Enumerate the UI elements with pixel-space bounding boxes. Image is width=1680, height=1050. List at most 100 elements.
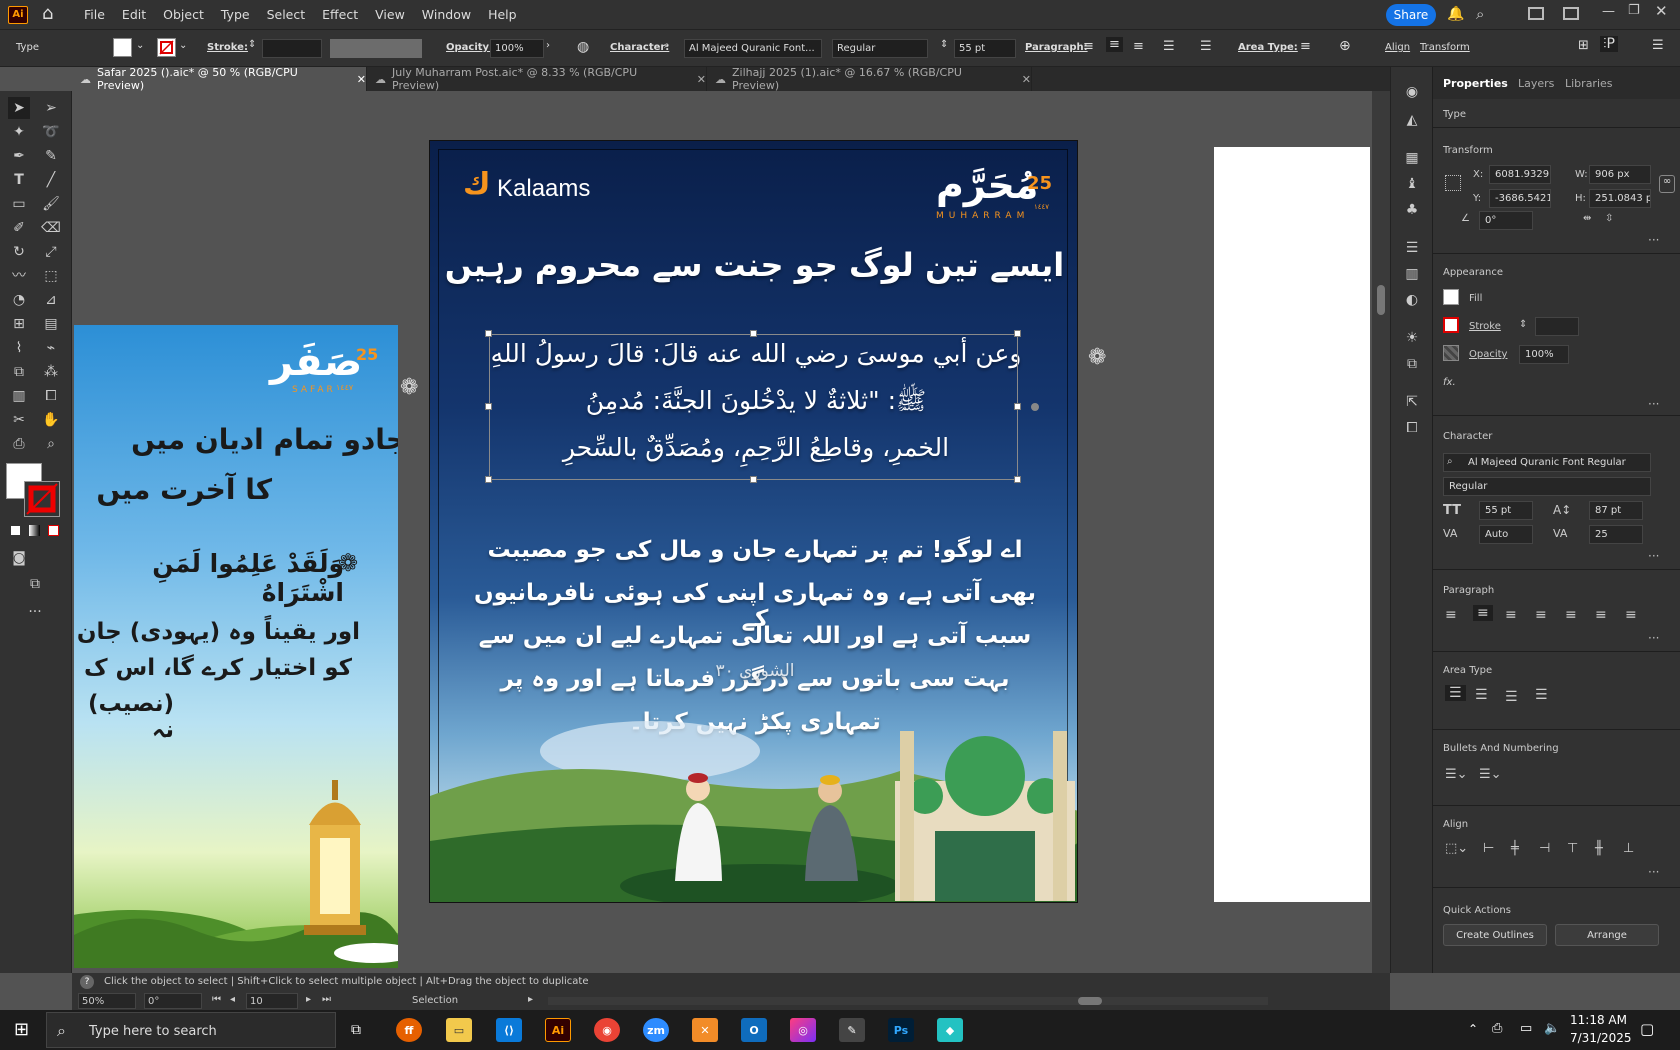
show-hidden-icons[interactable]: ⌃ <box>1468 1022 1478 1036</box>
align-center-icon[interactable]: ≡ <box>1473 605 1493 621</box>
fill-swatch[interactable] <box>113 38 132 57</box>
symbol-sprayer-tool-icon[interactable]: ⁂ <box>40 361 62 383</box>
xampp-icon[interactable]: ✕ <box>692 1018 718 1042</box>
align-link[interactable]: Align <box>1385 42 1410 53</box>
justify-left-icon[interactable]: ≡ <box>1535 607 1547 623</box>
rectangle-tool-icon[interactable]: ▭ <box>8 193 30 215</box>
panel-menu-icon[interactable]: ☰ <box>1652 38 1664 53</box>
curvature-tool-icon[interactable]: ✎ <box>40 145 62 167</box>
pen-app-icon[interactable]: ✎ <box>839 1018 865 1042</box>
shaper-tool-icon[interactable]: ✐ <box>8 217 30 239</box>
text-selection-box[interactable] <box>489 334 1018 480</box>
artboard-number-field[interactable]: 10 <box>246 993 298 1009</box>
opacity-label[interactable]: Opacity: <box>446 42 493 53</box>
font-search-icon[interactable]: ⌕ <box>664 40 670 51</box>
bullets-icon[interactable]: ☰ <box>1163 39 1175 54</box>
font-family-field[interactable]: Al Majeed Quranic Font... <box>684 39 822 58</box>
measure-tool-icon[interactable]: ⌁ <box>40 337 62 359</box>
swatches-icon[interactable]: ▦ <box>1401 147 1423 169</box>
export-icon[interactable]: ⇱ <box>1401 391 1423 413</box>
height-field[interactable]: 251.0843 p <box>1589 189 1651 208</box>
battery-icon[interactable]: ▭ <box>1520 1021 1532 1036</box>
recolor-icon[interactable]: ◍ <box>577 39 589 55</box>
paragraph-label[interactable]: Paragraph: <box>1025 42 1088 53</box>
app-icon[interactable]: ◆ <box>937 1018 963 1042</box>
screen-mode-icon[interactable]: ⧉ <box>24 573 46 595</box>
rotate-field[interactable]: 0° <box>1479 211 1533 230</box>
help-icon[interactable]: ? <box>80 975 94 989</box>
zoom-tool-icon[interactable]: ⌕ <box>40 433 62 455</box>
more-options-icon[interactable]: ··· <box>1648 865 1659 879</box>
brushes-icon[interactable]: ♝ <box>1401 173 1423 195</box>
menu-help[interactable]: Help <box>488 7 517 22</box>
justify-center-icon[interactable]: ≡ <box>1565 607 1577 623</box>
windows-start-icon[interactable]: ⊞ <box>14 1021 32 1040</box>
stroke-weight-field[interactable] <box>1535 317 1579 336</box>
close-window-icon[interactable]: ✕ <box>1655 2 1668 20</box>
previous-artboard-icon[interactable]: ◂ <box>230 994 235 1005</box>
constrain-proportions-icon[interactable]: ∞ <box>1659 175 1675 193</box>
gradient-mode-icon[interactable] <box>29 525 40 536</box>
area-type-label[interactable]: Area Type: <box>1238 42 1298 53</box>
outlook-icon[interactable]: O <box>741 1018 767 1042</box>
font-size-field[interactable]: 55 pt <box>954 39 1016 58</box>
selection-handle[interactable] <box>485 476 492 483</box>
slice-tool-icon[interactable]: ✂ <box>8 409 30 431</box>
lasso-tool-icon[interactable]: ➰ <box>40 121 62 143</box>
align-right-icon[interactable]: ≡ <box>1505 607 1517 623</box>
fx-label[interactable]: fx. <box>1443 377 1456 388</box>
draw-normal-icon[interactable]: ◙ <box>8 547 30 569</box>
align-right-edges-icon[interactable]: ⊣ <box>1539 841 1550 856</box>
chevron-down-icon[interactable]: ⌄ <box>136 40 144 51</box>
leading-field[interactable]: 87 pt <box>1589 501 1643 520</box>
character-label[interactable]: Character: <box>610 42 669 53</box>
align-to-icon[interactable]: ⬚⌄ <box>1445 841 1468 856</box>
hand-tool-icon[interactable]: ✋ <box>40 409 62 431</box>
menu-view[interactable]: View <box>375 7 405 22</box>
home-icon[interactable]: ⌂ <box>42 4 62 24</box>
blend-tool-icon[interactable]: ⧉ <box>8 361 30 383</box>
flip-horizontal-icon[interactable]: ⇹ <box>1583 213 1591 224</box>
variable-width-profile[interactable] <box>330 39 422 58</box>
status-menu-icon[interactable]: ▸ <box>528 994 533 1005</box>
arrange-documents-icon[interactable] <box>1563 7 1579 20</box>
transform-link[interactable]: Transform <box>1420 42 1470 53</box>
close-icon[interactable]: ✕ <box>1022 73 1031 86</box>
safar-artboard[interactable]: صَفَر 25 ١٤٤٧ SAFAR جادو تمام ادیان میں … <box>74 325 398 968</box>
type-tool-icon[interactable]: T <box>8 169 30 191</box>
horizontal-scroll-thumb[interactable] <box>1078 997 1102 1005</box>
menu-type[interactable]: Type <box>221 7 250 22</box>
muharram-artboard[interactable]: ﻙ Kalaams مُحَرَّم 25 MUHARRAM ١٤٤٧ ایسے… <box>429 140 1078 903</box>
search-icon[interactable]: ⌕ <box>1476 5 1484 23</box>
tracking-field[interactable]: 25 <box>1589 525 1643 544</box>
selection-tool-icon[interactable]: ➤ <box>8 97 30 119</box>
illustrator-taskbar-icon[interactable]: Ai <box>545 1018 571 1042</box>
eyedropper-tool-icon[interactable]: ⌇ <box>8 337 30 359</box>
opacity-field[interactable]: 100% <box>1519 345 1569 364</box>
opacity-link[interactable]: Opacity <box>1469 349 1507 360</box>
opacity-field[interactable]: 100% <box>490 39 544 58</box>
chevron-down-icon[interactable]: ⌄ <box>179 40 187 51</box>
area-type-control-icon[interactable] <box>1031 403 1039 411</box>
volume-icon[interactable]: 🔈 <box>1544 1021 1560 1036</box>
transparency-panel-icon[interactable]: ◐ <box>1401 289 1423 311</box>
perspective-grid-tool-icon[interactable]: ⊿ <box>40 289 62 311</box>
artboards-icon[interactable]: ⧠ <box>1401 417 1423 439</box>
tab-july-muharram[interactable]: ☁ July Muharram Post.aic* @ 8.33 % (RGB/… <box>367 66 707 92</box>
more-options-icon[interactable]: ··· <box>1648 631 1659 645</box>
font-style-field[interactable]: Regular <box>1443 477 1651 496</box>
canvas[interactable]: صَفَر 25 ١٤٤٧ SAFAR جادو تمام ادیان میں … <box>72 91 1390 973</box>
gradient-panel-icon[interactable]: ▥ <box>1401 263 1423 285</box>
creative-cloud-icon[interactable]: ◎ <box>790 1018 816 1042</box>
stroke-link[interactable]: Stroke <box>1469 321 1501 332</box>
rotate-tool-icon[interactable]: ↻ <box>8 241 30 263</box>
selection-handle[interactable] <box>1014 403 1021 410</box>
align-horizontal-centers-icon[interactable]: ╪ <box>1511 841 1519 856</box>
x-field[interactable]: 6081.9329 <box>1489 165 1551 184</box>
isolate-icon[interactable]: ⊞ <box>1578 38 1589 53</box>
fill-swatch[interactable] <box>1443 289 1459 305</box>
selection-handle[interactable] <box>750 330 757 337</box>
tab-zilhajj[interactable]: ☁ Zilhajj 2025 (1).aic* @ 16.67 % (RGB/C… <box>707 66 1032 92</box>
scale-tool-icon[interactable]: ⤢ <box>40 241 62 263</box>
direct-selection-tool-icon[interactable]: ➢ <box>40 97 62 119</box>
